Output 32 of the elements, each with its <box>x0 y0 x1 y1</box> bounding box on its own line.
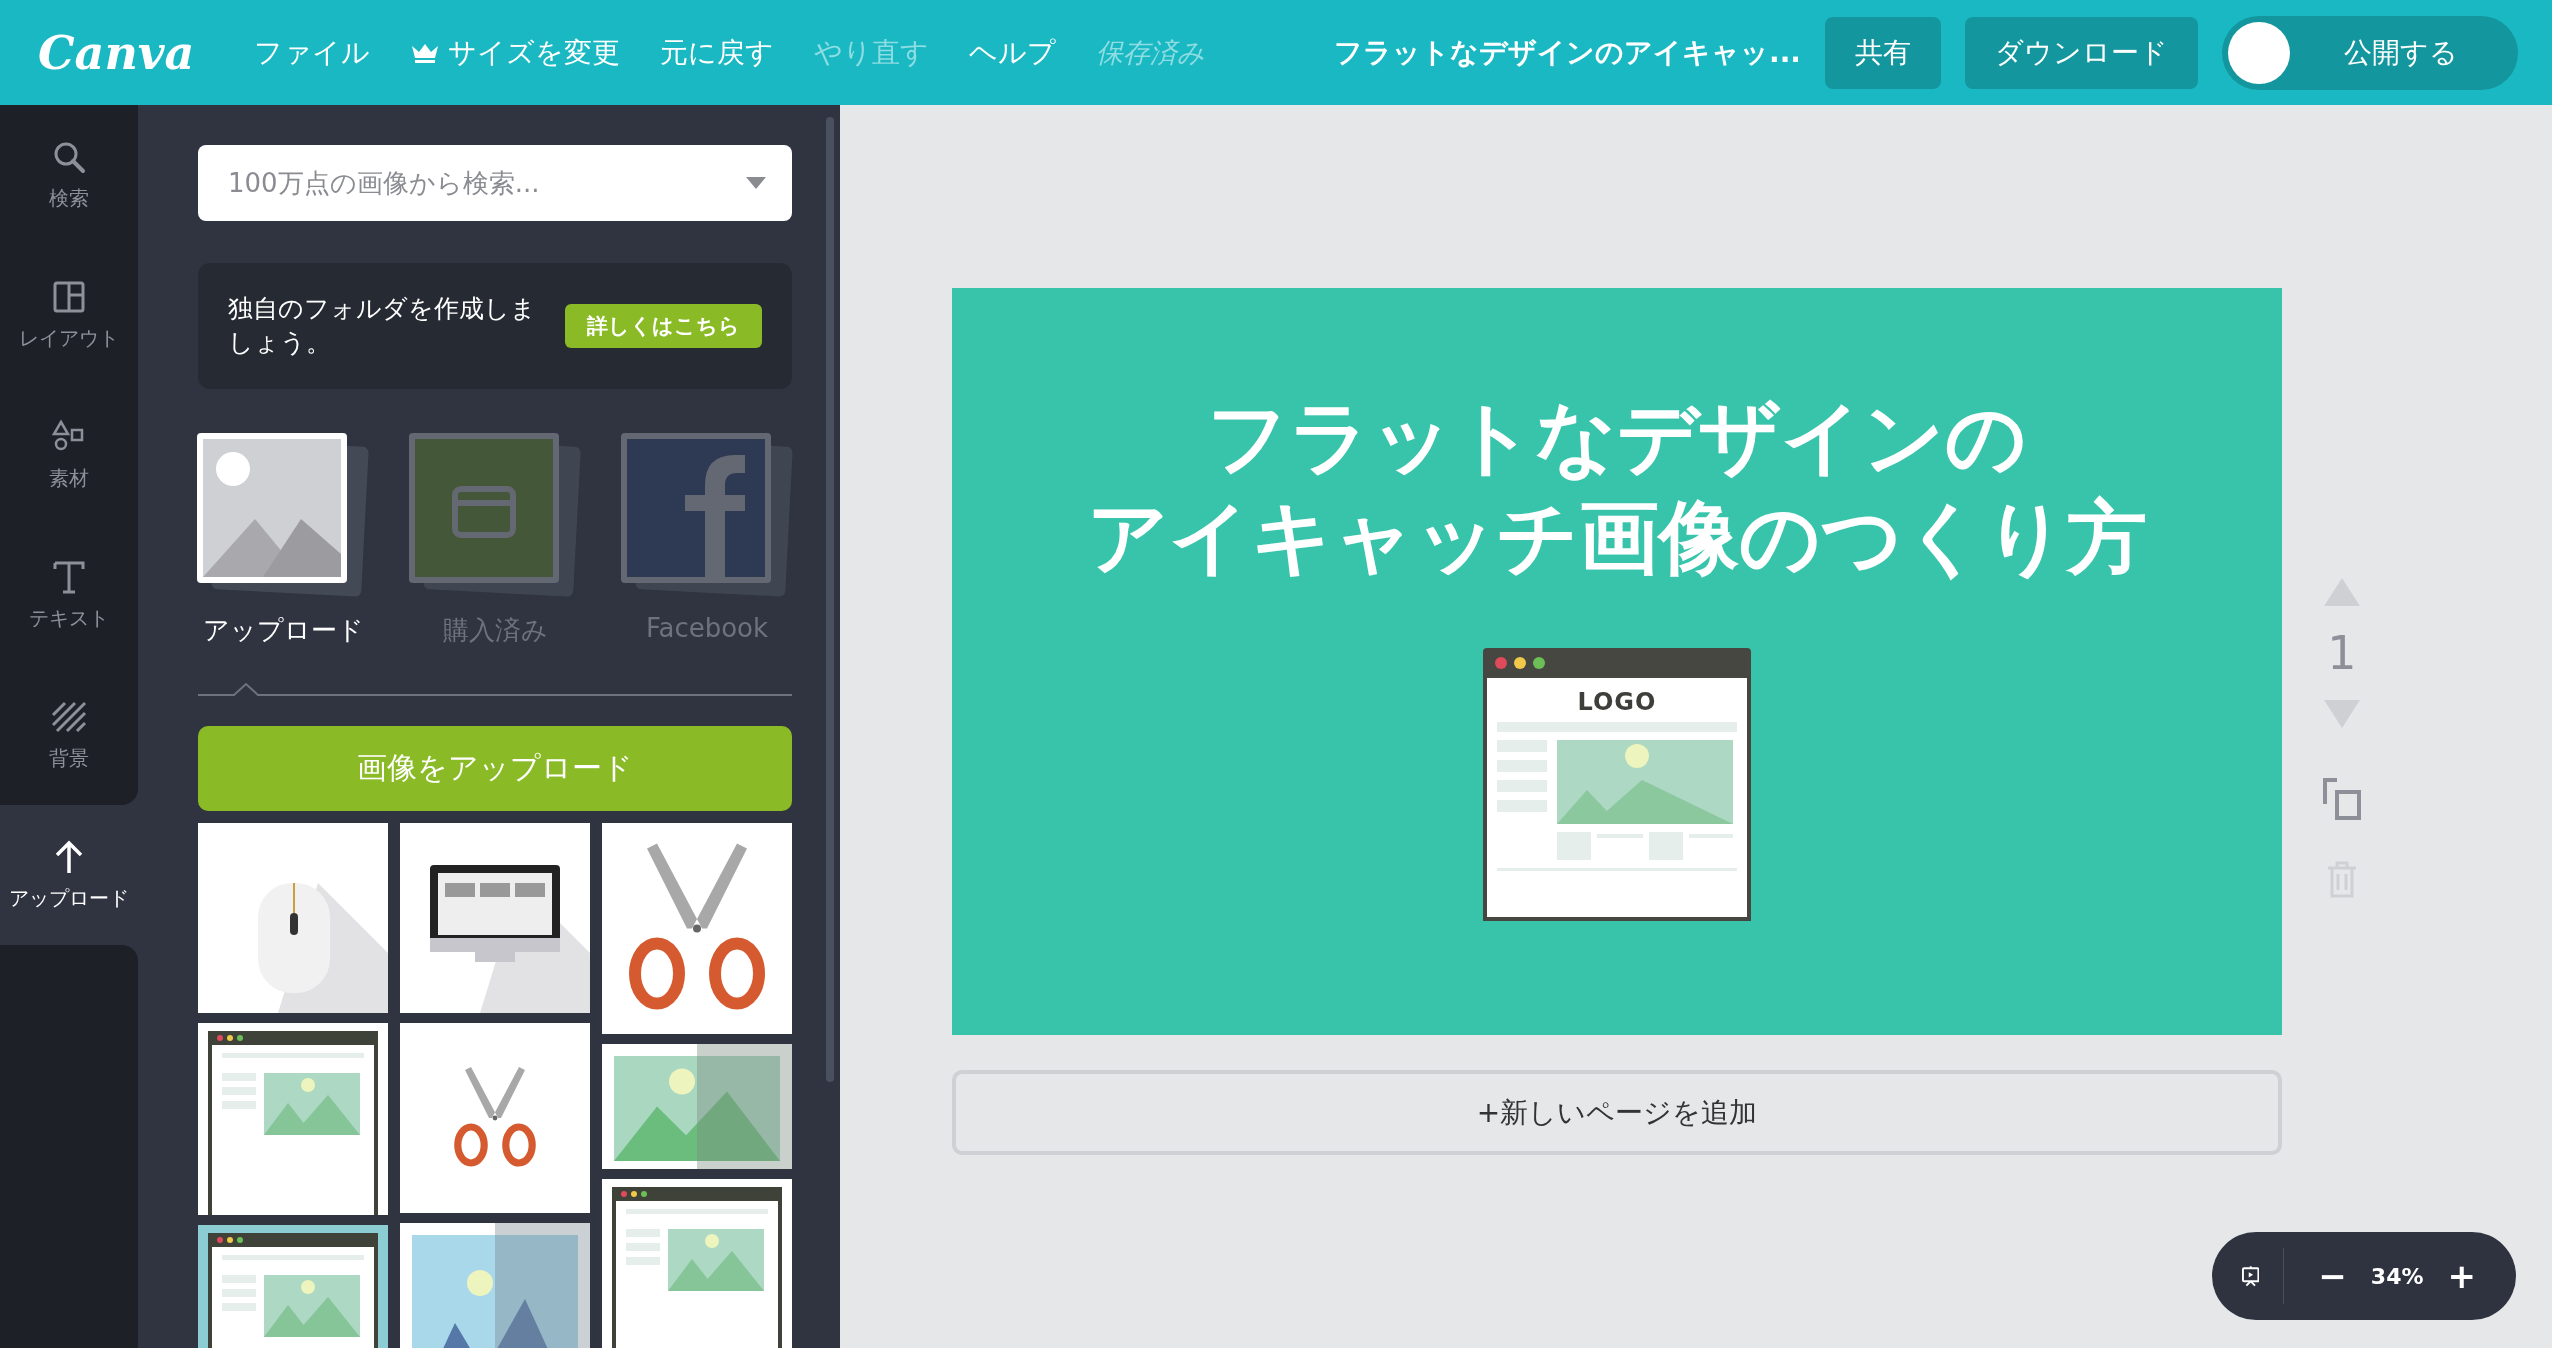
browser-illustration[interactable]: LOGO <box>1483 648 1751 921</box>
sidebar-item[interactable]: 背景 <box>0 665 138 805</box>
sidebar-item[interactable]: テキスト <box>0 525 138 665</box>
sidebar-item[interactable]: 検索 <box>0 105 138 245</box>
zoom-in-button[interactable]: + <box>2437 1256 2486 1296</box>
window-dots-icon <box>1495 657 1545 669</box>
document-title[interactable]: フラットなデザインのアイキャッ... <box>1334 33 1801 72</box>
logo[interactable]: Canva <box>38 25 195 80</box>
upload-button[interactable]: 画像をアップロード <box>198 726 792 811</box>
zoom-out-button[interactable]: − <box>2308 1256 2357 1296</box>
logo-text: LOGO <box>1577 688 1657 716</box>
menu-item[interactable]: サイズを変更 <box>410 33 621 72</box>
sidebar-item[interactable]: レイアウト <box>0 245 138 385</box>
publish-toggle[interactable]: 公開する <box>2222 15 2518 90</box>
download-button[interactable]: ダウンロード <box>1965 16 2198 89</box>
copy-icon[interactable] <box>2323 778 2361 820</box>
share-button[interactable]: 共有 <box>1825 16 1941 89</box>
learn-more-button[interactable]: 詳しくはこちら <box>565 304 762 348</box>
zoom-level: 34% <box>2370 1263 2424 1289</box>
menu-item[interactable]: 元に戻す <box>660 33 775 72</box>
notice-text: 独自のフォルダを作成しましょう。 <box>228 293 537 359</box>
menu-item[interactable]: ヘルプ <box>969 33 1057 72</box>
caret-icon <box>746 177 766 189</box>
sidebar-item[interactable]: 素材 <box>0 385 138 525</box>
add-page-button[interactable]: +新しいページを追加 <box>952 1070 2282 1155</box>
search-field[interactable]: 100万点の画像から検索... <box>198 145 792 221</box>
page-number: 1 <box>2327 626 2357 680</box>
design-page[interactable]: フラットなデザインの アイキャッチ画像のつくり方 LOGO <box>952 288 2282 1035</box>
design-title[interactable]: フラットなデザインの アイキャッチ画像のつくり方 <box>1087 388 2147 588</box>
scrollbar[interactable] <box>826 117 834 1082</box>
menu-item[interactable]: ファイル <box>254 33 371 72</box>
save-status: 保存済み <box>1096 35 1206 70</box>
